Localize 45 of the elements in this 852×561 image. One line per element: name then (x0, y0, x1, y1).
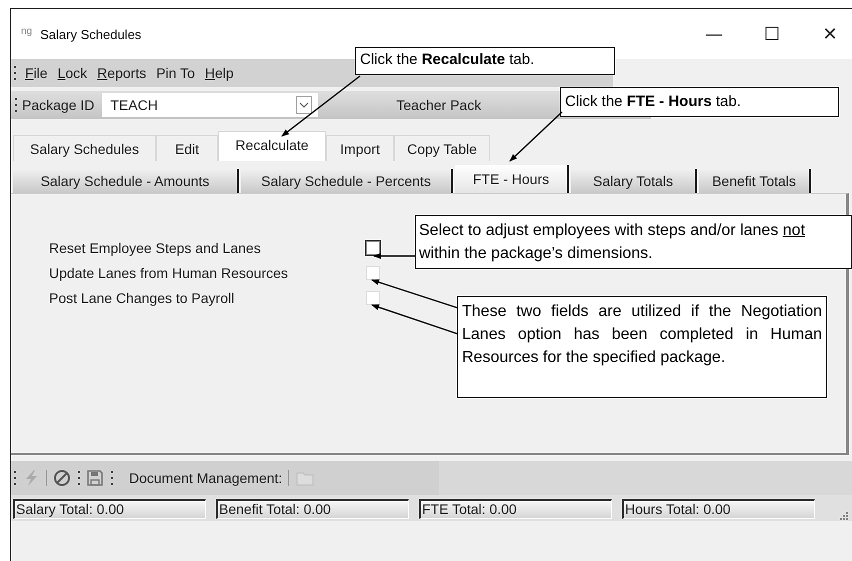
grip-icon[interactable] (77, 471, 80, 485)
window-title: Salary Schedules (40, 26, 142, 42)
tab[interactable]: Salary Schedule - Amounts (13, 169, 239, 193)
grip-icon[interactable] (110, 471, 113, 485)
callout: Click the FTE - Hours tab. (560, 87, 839, 117)
checkbox-label: Update Lanes from Human Resources (49, 265, 289, 281)
tab[interactable]: Salary Schedules (13, 135, 156, 161)
menu-item[interactable]: Pin To (155, 65, 196, 81)
status-panel: FTE Total: 0.00 (419, 499, 612, 519)
menu-item[interactable]: Help (204, 65, 235, 81)
minimize-button[interactable]: — (691, 14, 737, 54)
status-panel: Benefit Total: 0.00 (216, 499, 409, 519)
field-label: Package ID (22, 97, 94, 113)
callout: These two fields are utilized if the Negotiation Lanes option has been completed in Human Resources for the specified package. (457, 296, 827, 398)
grip-icon[interactable] (14, 98, 17, 112)
checkbox-label: Post Lane Changes to Payroll (49, 290, 236, 306)
callout: Select to adjust employees with steps and/or lanes not within the package’s dimensions. (415, 215, 852, 269)
package-id-dropdown[interactable]: TEACH (102, 93, 318, 117)
tab[interactable]: Edit (156, 135, 218, 161)
status-panel: Salary Total: 0.00 (13, 499, 206, 519)
cancel-icon[interactable] (53, 469, 71, 487)
tab[interactable]: FTE - Hours (455, 165, 569, 193)
save-icon[interactable] (86, 469, 104, 487)
tab[interactable]: Copy Table (394, 135, 490, 161)
package-description: Teacher Pack (396, 97, 482, 113)
checkbox-label: Reset Employee Steps and Lanes (49, 240, 262, 256)
resize-grip-icon[interactable] (839, 511, 849, 521)
tab[interactable]: Recalculate (218, 131, 326, 161)
grip-icon[interactable] (13, 66, 16, 80)
arrow (373, 253, 415, 259)
maximize-button[interactable]: ☐ (749, 14, 795, 54)
menu-item[interactable]: File (24, 65, 49, 81)
close-button[interactable]: ✕ (807, 14, 852, 54)
status-panel: Hours Total: 0.00 (622, 499, 815, 519)
app-logo: ng (21, 26, 32, 36)
tab[interactable]: Salary Schedule - Percents (241, 169, 453, 193)
tab[interactable]: Import (326, 135, 394, 161)
callout: Click the Recalculate tab. (355, 47, 615, 75)
arrow (509, 111, 562, 162)
menu-item[interactable]: Reports (96, 65, 148, 81)
grip-icon[interactable] (13, 471, 16, 485)
tab[interactable]: Benefit Totals (699, 169, 811, 193)
menu-item[interactable]: Lock (56, 65, 88, 81)
toolbar-label: Document Management: (129, 470, 282, 486)
tab[interactable]: Salary Totals (571, 169, 697, 193)
